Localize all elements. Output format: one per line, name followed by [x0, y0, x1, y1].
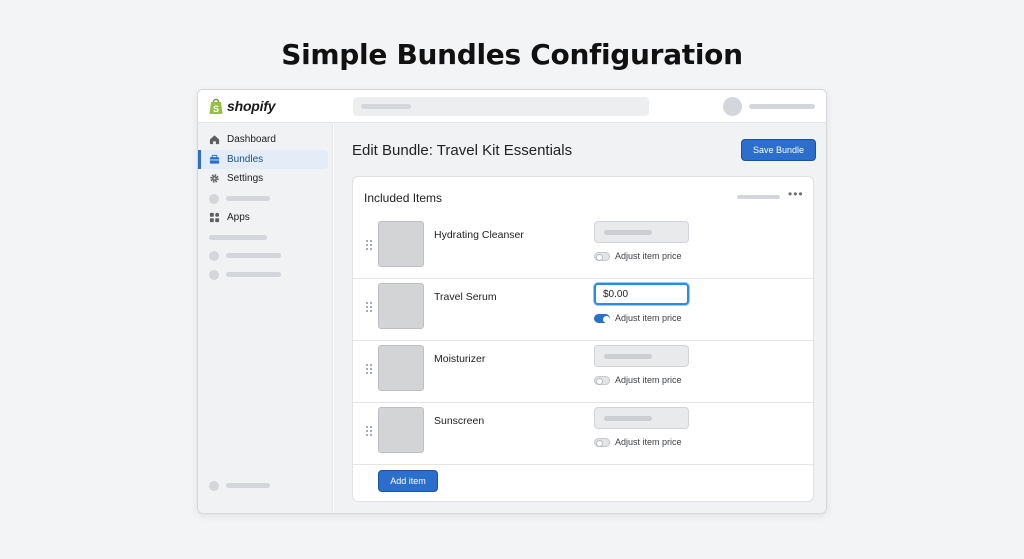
list-item: Sunscreen Adjust item price [353, 403, 815, 465]
toggle-switch[interactable] [594, 375, 610, 385]
add-item-button[interactable]: Add item [378, 470, 438, 492]
toggle-switch[interactable] [594, 313, 610, 323]
sidebar-item-placeholder[interactable] [198, 246, 328, 265]
list-item: Travel Serum $0.00 Adjust item price [353, 279, 815, 341]
search-bar[interactable] [353, 97, 649, 116]
sidebar-item-bundles[interactable]: Bundles [198, 150, 328, 169]
price-input[interactable]: $0.00 [594, 283, 689, 305]
sidebar-item-label: Settings [227, 173, 264, 184]
sidebar-item-label: Dashboard [227, 134, 276, 145]
product-thumbnail [378, 407, 424, 453]
list-item: Moisturizer Adjust item price [353, 341, 815, 403]
price-input[interactable] [594, 407, 689, 429]
included-items-card: Included Items ••• Hydrating Cleanser Ad… [352, 176, 815, 502]
shopify-bag-icon: S [209, 98, 223, 114]
sidebar-item-placeholder[interactable] [198, 476, 328, 495]
card-title: Included Items [364, 191, 443, 205]
bundle-title: Edit Bundle: Travel Kit Essentials [352, 142, 573, 159]
svg-text:S: S [213, 104, 219, 114]
more-icon[interactable]: ••• [788, 187, 804, 201]
drag-handle-icon[interactable] [365, 425, 373, 437]
toggle-switch[interactable] [594, 437, 610, 447]
app-window: S shopify Dashboard Bundles Settings App… [197, 89, 827, 514]
sidebar-section-placeholder [209, 235, 267, 240]
drag-handle-icon[interactable] [365, 239, 373, 251]
price-value: $0.00 [603, 289, 629, 300]
adjust-price-toggle[interactable]: Adjust item price [594, 437, 682, 447]
sidebar-item-dashboard[interactable]: Dashboard [198, 130, 328, 149]
adjust-price-toggle[interactable]: Adjust item price [594, 251, 682, 261]
adjust-price-label: Adjust item price [615, 251, 682, 261]
sidebar-item-label: Apps [227, 212, 250, 223]
item-name: Sunscreen [434, 415, 485, 427]
top-bar: S shopify [198, 90, 826, 123]
drag-handle-icon[interactable] [365, 301, 373, 313]
adjust-price-toggle[interactable]: Adjust item price [594, 375, 682, 385]
sidebar-item-settings[interactable]: Settings [198, 169, 328, 188]
item-name: Hydrating Cleanser [434, 229, 524, 241]
brand-name: shopify [227, 98, 276, 114]
drag-handle-icon[interactable] [365, 363, 373, 375]
save-bundle-button[interactable]: Save Bundle [741, 139, 816, 161]
product-thumbnail [378, 283, 424, 329]
apps-icon [209, 212, 220, 223]
sidebar: Dashboard Bundles Settings Apps [198, 123, 333, 513]
toggle-switch[interactable] [594, 251, 610, 261]
price-input[interactable] [594, 345, 689, 367]
list-item: Hydrating Cleanser Adjust item price [353, 217, 815, 279]
card-action-placeholder [737, 195, 780, 199]
sidebar-item-apps[interactable]: Apps [198, 208, 328, 227]
adjust-price-label: Adjust item price [615, 375, 682, 385]
page-heading: Simple Bundles Configuration [281, 38, 743, 71]
user-name-placeholder [749, 104, 815, 109]
avatar[interactable] [723, 97, 742, 116]
product-thumbnail [378, 345, 424, 391]
adjust-price-label: Adjust item price [615, 313, 682, 323]
product-thumbnail [378, 221, 424, 267]
sidebar-item-label: Bundles [227, 154, 264, 165]
gear-icon [210, 174, 219, 183]
item-name: Travel Serum [434, 291, 497, 303]
sidebar-item-placeholder[interactable] [198, 189, 328, 208]
home-icon [209, 135, 220, 145]
main-content: Edit Bundle: Travel Kit Essentials Save … [334, 123, 826, 513]
bundle-icon [209, 154, 220, 164]
adjust-price-toggle[interactable]: Adjust item price [594, 313, 682, 323]
item-name: Moisturizer [434, 353, 486, 365]
shopify-logo[interactable]: S shopify [208, 97, 276, 115]
price-input[interactable] [594, 221, 689, 243]
sidebar-item-placeholder[interactable] [198, 265, 328, 284]
adjust-price-label: Adjust item price [615, 437, 682, 447]
